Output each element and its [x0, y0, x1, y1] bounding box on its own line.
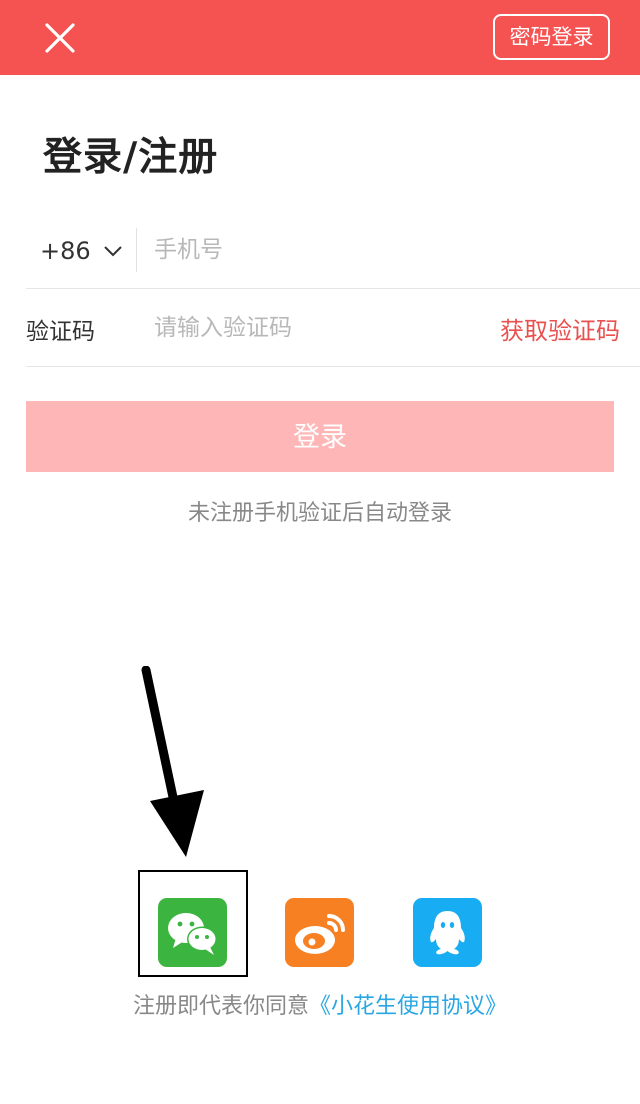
agreement-prefix: 注册即代表你同意: [132, 994, 309, 1019]
top-bar: 密码登录: [0, 0, 640, 75]
weibo-login-button[interactable]: [285, 898, 354, 967]
wechat-login-button[interactable]: [158, 898, 227, 967]
country-code-selector[interactable]: +86: [40, 232, 123, 270]
auto-login-hint: 未注册手机验证后自动登录: [187, 501, 452, 526]
phone-input[interactable]: [154, 228, 604, 272]
close-icon: [45, 23, 75, 53]
code-input[interactable]: [154, 306, 454, 350]
agreement-text: 注册即代表你同意《小花生使用协议》: [0, 988, 640, 1020]
code-label: 验证码: [26, 319, 95, 345]
close-button[interactable]: [36, 14, 84, 62]
password-login-button[interactable]: 密码登录: [493, 14, 610, 60]
wechat-icon: [168, 913, 217, 955]
divider: [26, 366, 640, 367]
get-code-button[interactable]: 获取验证码: [500, 311, 620, 346]
agreement-link[interactable]: 《小花生使用协议》: [309, 994, 507, 1019]
country-code: +86: [40, 237, 91, 265]
arrow-down-icon: [141, 666, 204, 857]
weibo-icon: [295, 914, 345, 954]
qq-icon: [430, 911, 465, 955]
chevron-down-icon: [103, 246, 122, 257]
page-title: 登录/注册: [43, 135, 219, 180]
divider: [136, 228, 137, 272]
qq-login-button[interactable]: [413, 898, 482, 967]
divider: [26, 288, 640, 289]
login-button[interactable]: 登录: [26, 401, 614, 472]
